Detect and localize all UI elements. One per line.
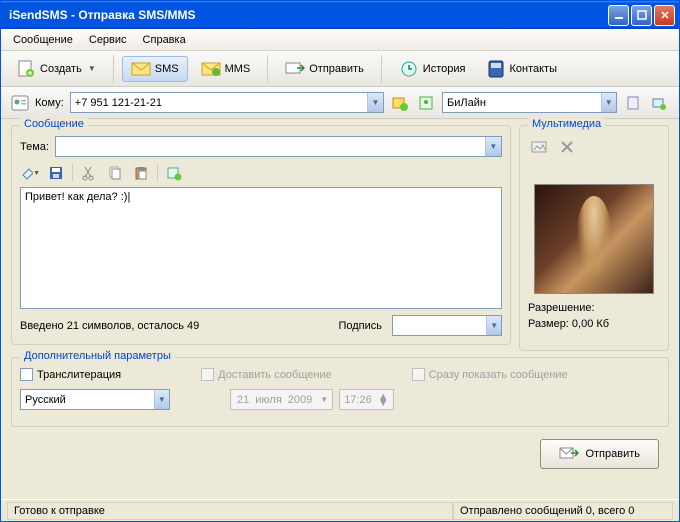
to-input[interactable] xyxy=(71,93,367,112)
multimedia-group: Мультимедиа Разрешение: Размер: 0,00 Кб xyxy=(519,125,669,351)
eraser-icon[interactable]: ▼ xyxy=(20,163,40,183)
send-button-label: Отправить xyxy=(585,448,640,460)
app-window: iSendSMS - Отправка SMS/MMS Сообщение Се… xyxy=(0,0,680,522)
pick-contact-icon[interactable] xyxy=(416,93,436,113)
status-ready: Готово к отправке xyxy=(7,502,453,520)
contacts-button[interactable]: Контакты xyxy=(478,54,566,84)
history-icon xyxy=(399,59,419,79)
mail-send-icon xyxy=(559,446,579,462)
cut-icon[interactable] xyxy=(79,163,99,183)
message-group-title: Сообщение xyxy=(20,118,88,130)
deliver-checkbox: Доставить сообщение xyxy=(201,368,332,381)
image-preview xyxy=(534,184,654,294)
status-sent: Отправлено сообщений 0, всего 0 xyxy=(453,502,673,520)
main-area: Сообщение Тема: ▼ ▼ xyxy=(1,119,679,499)
date-picker: 21 июля 2009 ▼ xyxy=(230,389,333,410)
mms-tab[interactable]: MMS xyxy=(192,56,260,82)
paste-icon[interactable] xyxy=(131,163,151,183)
mms-label: MMS xyxy=(225,63,251,75)
separator xyxy=(267,55,268,83)
create-label: Создать xyxy=(40,63,82,75)
attach-image-icon[interactable] xyxy=(528,136,550,158)
create-button[interactable]: Создать ▼ xyxy=(7,54,105,84)
remove-image-icon[interactable] xyxy=(556,136,578,158)
envelope-sms-icon xyxy=(131,61,151,77)
separator xyxy=(381,55,382,83)
topic-combo[interactable]: ▼ xyxy=(55,136,502,157)
window-controls xyxy=(608,5,675,26)
operator-add-icon[interactable] xyxy=(649,93,669,113)
translit-checkbox[interactable]: Транслитерация xyxy=(20,368,121,381)
resolution-label: Разрешение: xyxy=(528,302,660,314)
insert-icon[interactable] xyxy=(164,163,184,183)
titlebar: iSendSMS - Отправка SMS/MMS xyxy=(1,1,679,29)
multimedia-group-title: Мультимедиа xyxy=(528,118,605,130)
menubar: Сообщение Сервис Справка xyxy=(1,29,679,51)
language-input[interactable] xyxy=(21,390,154,409)
topic-label: Тема: xyxy=(20,141,49,153)
document-new-icon xyxy=(16,59,36,79)
time-picker: 17:26 ▲▼ xyxy=(339,389,393,410)
address-bar: Кому: ▼ ▼ xyxy=(1,87,679,119)
operator-input[interactable] xyxy=(443,93,601,112)
contacts-label: Контакты xyxy=(509,63,557,75)
message-body[interactable]: Привет! как дела? :) xyxy=(20,187,502,309)
send-toolbar-label: Отправить xyxy=(309,63,364,75)
signature-input[interactable] xyxy=(393,316,486,335)
bottom-bar: Отправить xyxy=(11,431,669,479)
menu-help[interactable]: Справка xyxy=(135,31,194,49)
chevron-down-icon[interactable]: ▼ xyxy=(154,390,169,409)
chevron-down-icon[interactable]: ▼ xyxy=(486,316,501,335)
topic-input[interactable] xyxy=(56,137,485,156)
copy-icon[interactable] xyxy=(105,163,125,183)
char-counter: Введено 21 символов, осталось 49 xyxy=(20,320,328,332)
chevron-down-icon: ▼ xyxy=(88,64,96,73)
to-label: Кому: xyxy=(35,97,64,109)
extra-group: Дополнительный параметры Транслитерация … xyxy=(11,357,669,427)
to-combo[interactable]: ▼ xyxy=(70,92,384,113)
minimize-button[interactable] xyxy=(608,5,629,26)
send-button[interactable]: Отправить xyxy=(540,439,659,469)
language-combo[interactable]: ▼ xyxy=(20,389,170,410)
addressbook-icon xyxy=(487,59,505,79)
window-title: iSendSMS - Отправка SMS/MMS xyxy=(5,8,608,22)
separator xyxy=(72,164,73,182)
mail-send-icon xyxy=(285,61,305,77)
size-label: Размер: 0,00 Кб xyxy=(528,318,660,330)
menu-message[interactable]: Сообщение xyxy=(5,31,81,49)
signature-combo[interactable]: ▼ xyxy=(392,315,502,336)
operator-combo[interactable]: ▼ xyxy=(442,92,617,113)
separator xyxy=(157,164,158,182)
toolbar: Создать ▼ SMS MMS Отправить История Конт… xyxy=(1,51,679,87)
extra-group-title: Дополнительный параметры xyxy=(20,350,175,362)
editor-toolbar: ▼ xyxy=(20,163,502,183)
message-group: Сообщение Тема: ▼ ▼ xyxy=(11,125,511,345)
save-icon[interactable] xyxy=(46,163,66,183)
menu-service[interactable]: Сервис xyxy=(81,31,135,49)
chevron-down-icon[interactable]: ▼ xyxy=(485,137,501,156)
history-label: История xyxy=(423,63,466,75)
chevron-down-icon[interactable]: ▼ xyxy=(601,93,617,112)
close-button[interactable] xyxy=(654,5,675,26)
chevron-down-icon[interactable]: ▼ xyxy=(367,93,383,112)
add-recipient-icon[interactable] xyxy=(390,93,410,113)
sms-label: SMS xyxy=(155,63,179,75)
separator xyxy=(113,55,114,83)
envelope-mms-icon xyxy=(201,61,221,77)
show-now-checkbox: Сразу показать сообщение xyxy=(412,368,568,381)
send-toolbar-button[interactable]: Отправить xyxy=(276,56,373,82)
sms-tab[interactable]: SMS xyxy=(122,56,188,82)
maximize-button[interactable] xyxy=(631,5,652,26)
contact-card-icon xyxy=(11,95,29,111)
statusbar: Готово к отправке Отправлено сообщений 0… xyxy=(1,499,679,521)
signature-label: Подпись xyxy=(338,320,382,332)
history-button[interactable]: История xyxy=(390,54,475,84)
settings-icon[interactable] xyxy=(623,93,643,113)
